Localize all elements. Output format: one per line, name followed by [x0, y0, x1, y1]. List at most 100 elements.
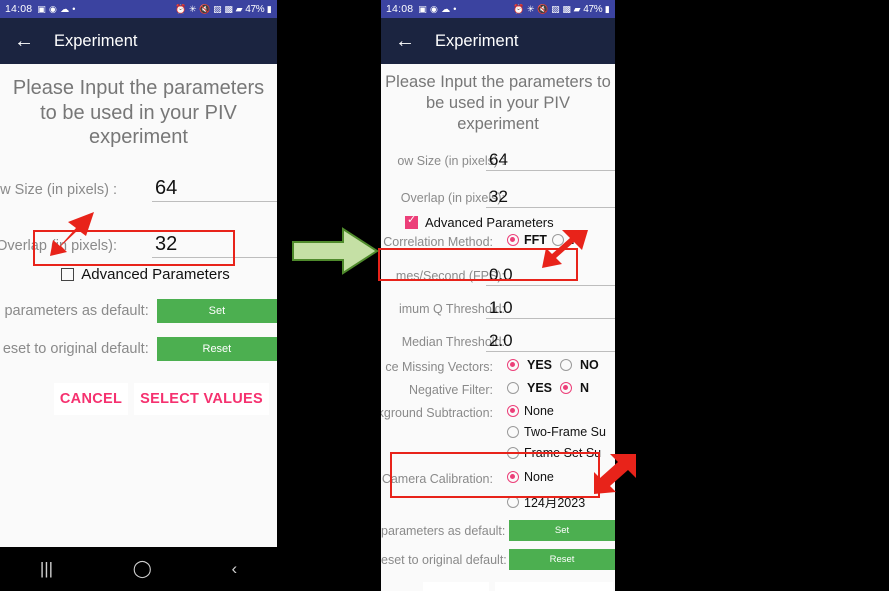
- correlation-method-label: Correlation Method:: [383, 235, 493, 250]
- nav-back-icon[interactable]: ‹: [231, 559, 237, 579]
- select-values-button-right[interactable]: SELECT VALUES: [494, 582, 613, 591]
- alarm-icon: ⏰: [175, 3, 187, 14]
- window-size-field-row: dow Size (in pixels) : 64: [0, 166, 277, 206]
- battery-level-right: 47%: [583, 3, 603, 15]
- negative-no-label: N: [580, 381, 590, 396]
- settings-icon: ◉: [430, 3, 439, 14]
- camera-calibration-row: Camera Calibration: None: [381, 470, 615, 490]
- bluetooth-icon: ✳: [527, 3, 535, 14]
- cancel-button[interactable]: CANCEL: [53, 382, 129, 415]
- correlation-other-radio[interactable]: [551, 234, 564, 247]
- background-subtraction-row: ckground Subtraction: None: [381, 404, 615, 424]
- negative-yes-label: YES: [527, 381, 553, 396]
- reset-button-right[interactable]: Reset: [509, 549, 615, 571]
- camera-date-radio[interactable]: [507, 495, 519, 508]
- replace-no-radio[interactable]: [560, 359, 573, 372]
- background-none-radio[interactable]: [507, 405, 519, 418]
- select-values-button[interactable]: SELECT VALUES: [134, 382, 269, 415]
- replace-yes-radio[interactable]: [507, 359, 519, 372]
- background-frame-set-label: Frame Set Su: [524, 446, 602, 461]
- phone-screenshot-after: 14:08 ▣ ◉ ☁ • ⏰ ✳ 🔇 ▨ ▩ ▰ 47% ▮ ← Experi…: [381, 0, 615, 591]
- q-threshold-value[interactable]: 1.0: [489, 298, 513, 319]
- background-none-label: None: [524, 404, 554, 419]
- background-two-frame-radio[interactable]: [507, 426, 519, 439]
- app-bar-right: ← Experiment: [381, 18, 615, 64]
- home-icon[interactable]: ◯: [133, 559, 152, 579]
- advanced-parameters-label: Advanced Parameters: [81, 265, 230, 283]
- advanced-parameters-label-right: Advanced Parameters: [425, 215, 554, 231]
- dialog-actions-left: CANCEL SELECT VALUES: [0, 382, 277, 415]
- overlap-label: Overlap (in pixels):: [0, 237, 117, 254]
- correlation-fft-radio[interactable]: [507, 234, 519, 247]
- reset-default-label: eset to original default:: [2, 340, 149, 357]
- q-threshold-field-row: imum Q Threshold: 1.0: [381, 292, 615, 323]
- dialog-actions-right: CANCEL SELECT VALUES: [381, 582, 615, 591]
- background-frame-set-radio[interactable]: [507, 447, 519, 460]
- image-icon: ▣: [418, 3, 427, 14]
- fps-field-row: mes/Second (FPS): 0.0: [381, 259, 615, 290]
- page-title: Experiment: [54, 31, 138, 50]
- set-default-row: parameters as default: Set: [0, 298, 277, 323]
- advanced-parameters-checkbox-right[interactable]: [405, 214, 418, 230]
- nfc-icon: ▩: [562, 3, 572, 14]
- phone-screenshot-before: 14:08 ▣ ◉ ☁ • ⏰ ✳ 🔇 ▨ ▩ ▰ 47% ▮ ← Experi…: [0, 0, 277, 591]
- negative-yes-radio[interactable]: [507, 382, 519, 395]
- window-size-label: dow Size (in pixels) :: [0, 181, 117, 198]
- fps-value[interactable]: 0.0: [489, 265, 513, 286]
- dialog-content-left: Please Input the parameters to be used i…: [0, 64, 277, 547]
- dot-icon: •: [72, 4, 76, 14]
- status-bar-time-right: 14:08: [386, 3, 414, 15]
- step-transition-arrow: [292, 227, 379, 275]
- set-default-label-right: parameters as default:: [381, 523, 506, 538]
- replace-no-label: NO: [580, 358, 599, 373]
- set-default-row-right: parameters as default: Set: [381, 520, 615, 542]
- set-button[interactable]: Set: [156, 298, 277, 323]
- status-bar-time: 14:08: [5, 3, 33, 15]
- advanced-parameters-checkbox[interactable]: [61, 267, 75, 281]
- mute-icon: 🔇: [537, 3, 549, 14]
- overlap-value-right[interactable]: 32: [489, 187, 508, 208]
- dialog-heading: Please Input the parameters to be used i…: [12, 77, 265, 149]
- negative-filter-label: Negative Filter:: [408, 383, 493, 398]
- cloud-icon: ☁: [441, 3, 451, 14]
- background-subtraction-label: ckground Subtraction:: [381, 406, 493, 421]
- reset-button[interactable]: Reset: [156, 336, 277, 361]
- window-size-value-right[interactable]: 64: [489, 150, 508, 171]
- battery-level: 47%: [245, 3, 265, 15]
- settings-icon: ◉: [49, 3, 58, 14]
- background-frame-set-row: Frame Set Su: [381, 446, 615, 466]
- median-threshold-field-row: Median Threshold: 2.0: [381, 325, 615, 356]
- background-two-frame-row: Two-Frame Su: [381, 425, 615, 445]
- page-title-right: Experiment: [435, 31, 519, 50]
- image-icon: ▣: [37, 3, 46, 14]
- advanced-parameters-checkbox-row[interactable]: Advanced Parameters: [0, 266, 277, 283]
- battery-icon: ▮: [604, 3, 610, 14]
- reset-default-label-right: eset to original default:: [381, 552, 507, 567]
- background-two-frame-label: Two-Frame Su: [524, 425, 606, 440]
- negative-no-radio[interactable]: [560, 382, 573, 395]
- system-nav-bar: ||| ◯ ‹: [0, 547, 277, 591]
- cancel-button-right[interactable]: CANCEL: [422, 582, 489, 591]
- advanced-parameters-checkbox-row-right[interactable]: Advanced Parameters: [381, 214, 615, 231]
- replace-missing-vectors-row: ce Missing Vectors: YES NO: [381, 358, 615, 378]
- window-size-value[interactable]: 64: [155, 177, 177, 201]
- recents-icon[interactable]: |||: [40, 559, 53, 579]
- dialog-content-right: Please Input the parameters to be used i…: [381, 64, 615, 591]
- camera-date-row: 124月2023: [381, 492, 615, 512]
- camera-none-radio[interactable]: [507, 471, 519, 484]
- replace-missing-vectors-label: ce Missing Vectors:: [385, 360, 493, 375]
- signal-icon: ▰: [235, 3, 243, 14]
- status-bar-right: 14:08 ▣ ◉ ☁ • ⏰ ✳ 🔇 ▨ ▩ ▰ 47% ▮: [381, 0, 615, 18]
- camera-calibration-label: Camera Calibration:: [381, 472, 493, 487]
- overlap-value[interactable]: 32: [155, 233, 177, 257]
- back-arrow-icon[interactable]: ←: [395, 31, 421, 51]
- dialog-heading-right: Please Input the parameters to be used i…: [385, 73, 611, 133]
- set-button-right[interactable]: Set: [509, 520, 615, 542]
- median-threshold-value[interactable]: 2.0: [489, 331, 513, 352]
- status-bar: 14:08 ▣ ◉ ☁ • ⏰ ✳ 🔇 ▨ ▩ ▰ 47% ▮: [0, 0, 277, 18]
- mute-icon: 🔇: [199, 3, 211, 14]
- back-arrow-icon[interactable]: ←: [14, 31, 40, 51]
- correlation-method-row: Correlation Method: FFT T: [381, 233, 615, 253]
- battery-icon: ▮: [266, 3, 272, 14]
- replace-yes-label: YES: [527, 358, 553, 373]
